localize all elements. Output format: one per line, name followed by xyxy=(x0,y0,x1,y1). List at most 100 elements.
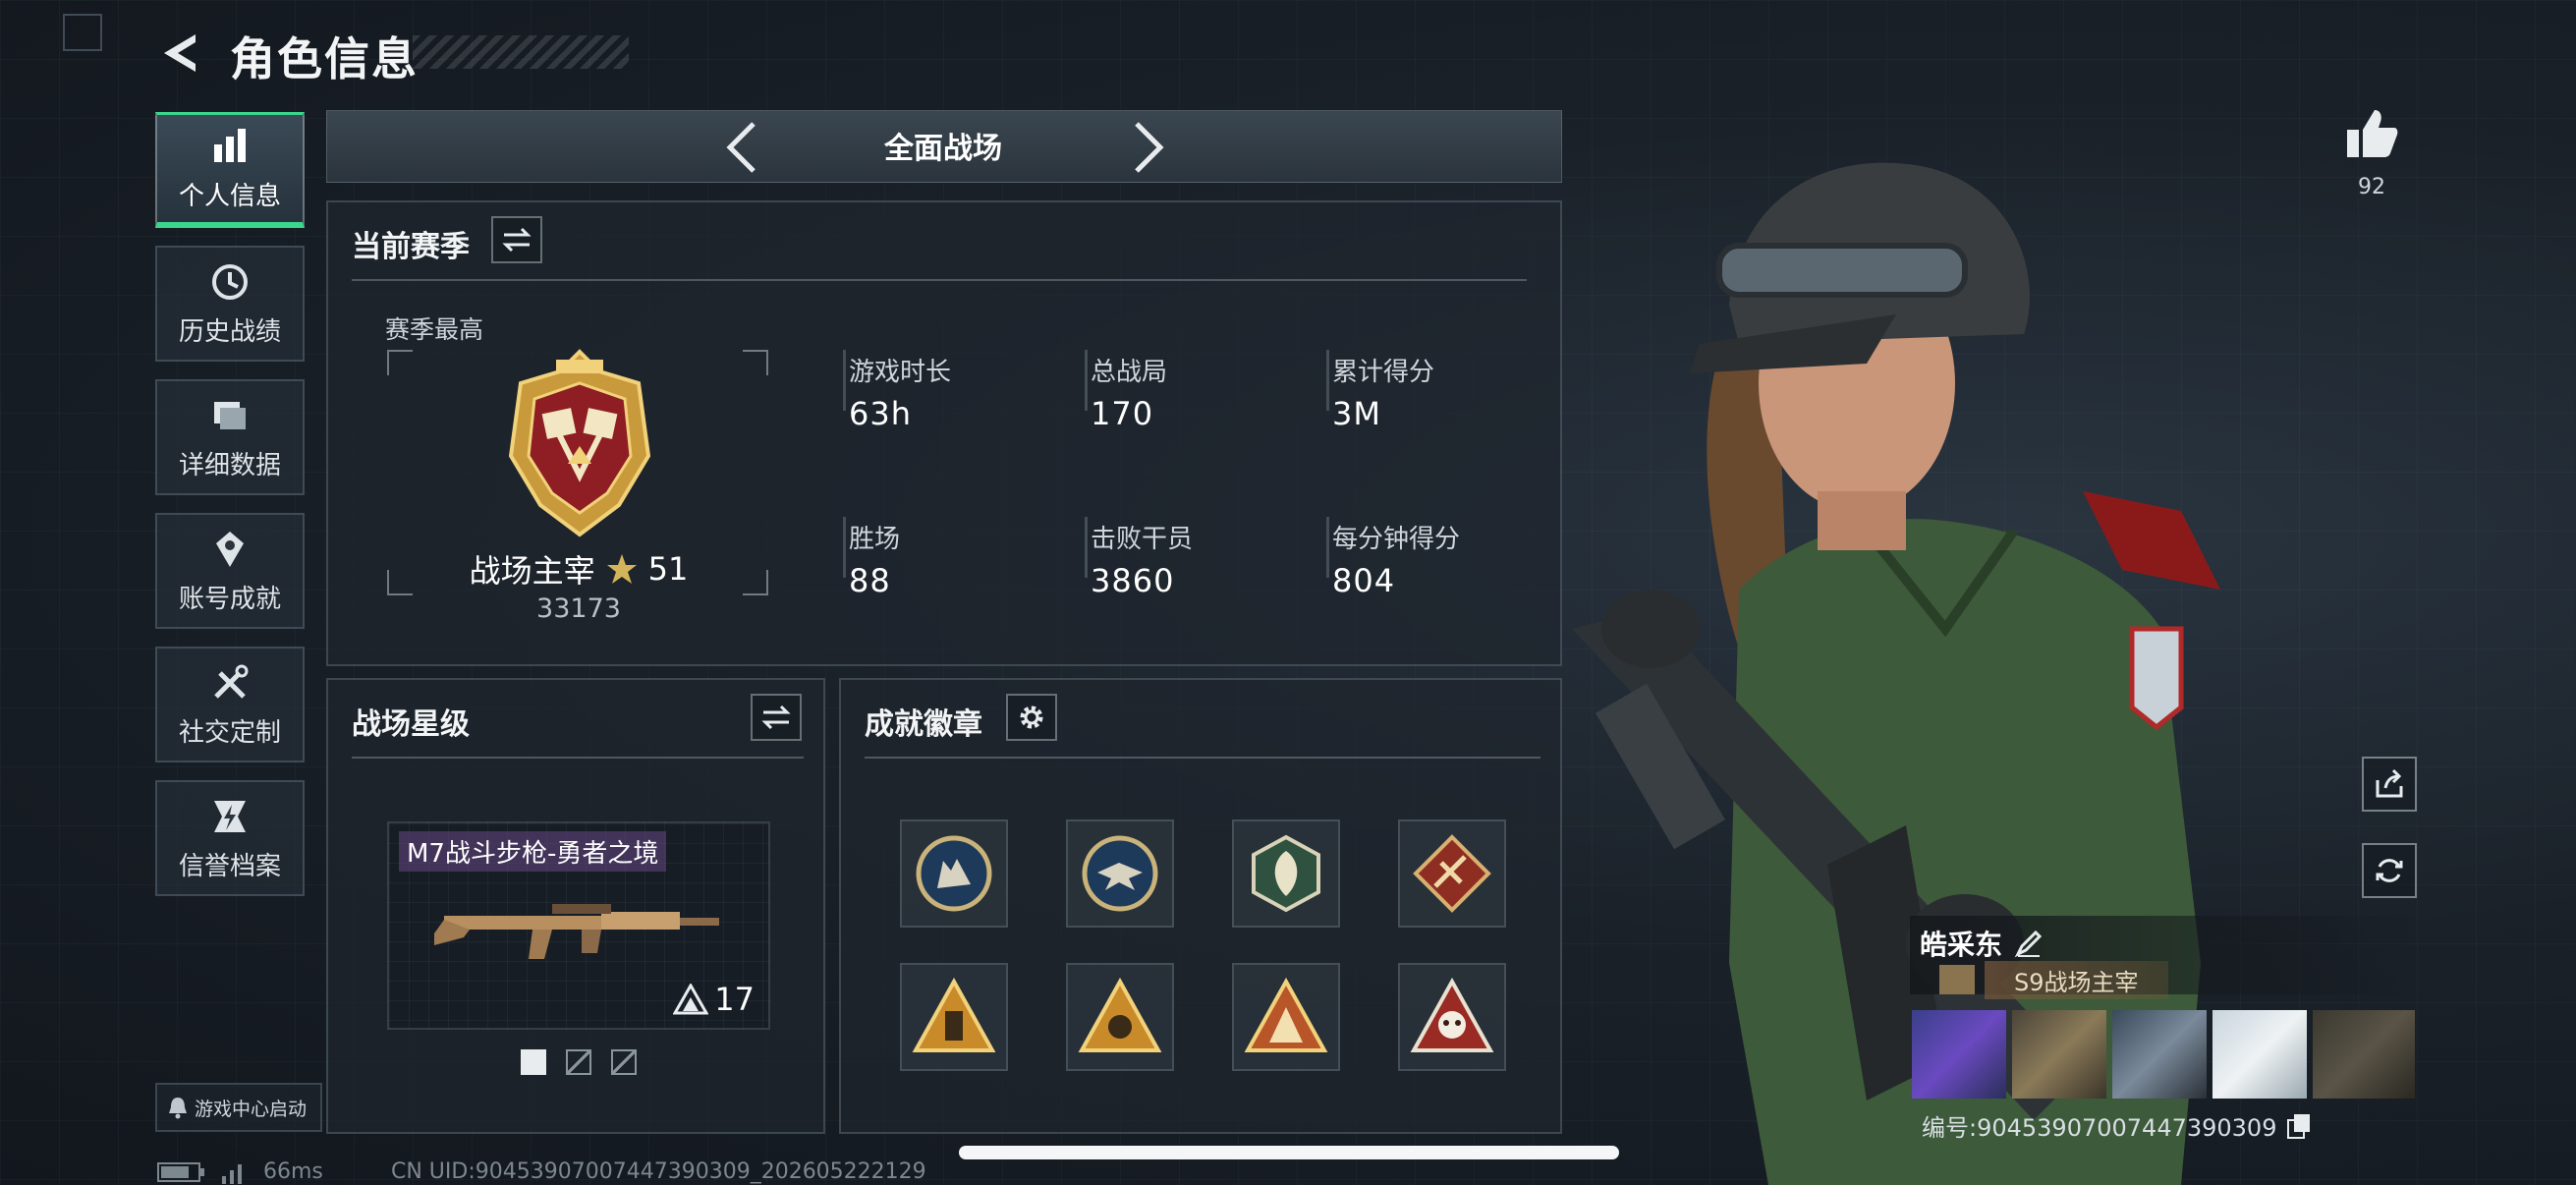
stat-value: 3M xyxy=(1332,395,1381,432)
page-dot-active[interactable] xyxy=(521,1049,546,1075)
bell-icon xyxy=(169,1098,187,1119)
stat-label: 击败干员 xyxy=(1091,525,1194,554)
rank-score: 33173 xyxy=(536,593,621,624)
badges-divider xyxy=(865,757,1540,759)
nav-item-credit-record[interactable]: 信誉档案 xyxy=(155,780,305,896)
ping-value: 66ms xyxy=(263,1159,323,1184)
wolf-badge-icon xyxy=(916,835,992,912)
star-level-title: 战场星级 xyxy=(352,707,470,742)
weapon-card[interactable]: M7战斗步枪-勇者之境 17 xyxy=(387,821,770,1030)
share-button[interactable] xyxy=(2362,757,2417,812)
badges-settings-button[interactable] xyxy=(1006,694,1057,741)
badge-tile[interactable] xyxy=(1066,819,1174,928)
tower-badge-icon xyxy=(912,978,996,1052)
stat-label: 每分钟得分 xyxy=(1332,525,1461,554)
skull-badge-icon xyxy=(1410,978,1494,1052)
chevron-left-icon xyxy=(726,122,756,173)
badge-tile[interactable] xyxy=(900,963,1008,1071)
page-dot[interactable] xyxy=(566,1049,591,1075)
badges-title: 成就徽章 xyxy=(865,707,982,742)
like-button[interactable] xyxy=(2342,104,2401,163)
stat-bar xyxy=(1326,350,1329,411)
rank-line: 战场主宰 51 xyxy=(328,546,829,592)
game-center-button[interactable]: 游戏中心启动 xyxy=(155,1083,322,1132)
player-id: 编号:90453907007447390309 xyxy=(1922,1114,2277,1142)
badge-tile[interactable] xyxy=(1398,963,1506,1071)
stat-value: 170 xyxy=(1091,395,1154,432)
photo-thumbnail[interactable] xyxy=(1912,1010,2006,1099)
mode-prev-button[interactable] xyxy=(711,118,770,177)
edit-icon[interactable] xyxy=(2014,929,2044,958)
gear-icon xyxy=(1020,705,1043,729)
badge-tile[interactable] xyxy=(1232,819,1340,928)
badges-panel: 成就徽章 xyxy=(839,678,1562,1134)
eagle-badge-icon xyxy=(1082,835,1158,912)
stat-bar xyxy=(1326,517,1329,578)
badge-tile[interactable] xyxy=(1398,819,1506,928)
photo-thumbnail[interactable] xyxy=(2313,1010,2415,1099)
history-icon xyxy=(208,260,252,304)
title-badge: S9战场主宰 xyxy=(1985,961,2168,999)
star-level-switch-button[interactable] xyxy=(751,694,802,741)
stat-value: 804 xyxy=(1332,562,1396,599)
copy-icon[interactable] xyxy=(2286,1112,2312,1140)
folder-icon xyxy=(208,394,252,437)
star-level-panel: 战场星级 M7战斗步枪-勇者之境 17 xyxy=(326,678,825,1134)
page-indicator xyxy=(521,1049,637,1075)
like-count: 92 xyxy=(2358,175,2385,199)
stat-bar xyxy=(1085,350,1088,411)
crest-badge-icon xyxy=(1078,978,1162,1052)
photo-thumbnail[interactable] xyxy=(2212,1010,2307,1099)
mode-title: 全面战场 xyxy=(884,132,1002,166)
swap-icon xyxy=(502,227,532,253)
credit-icon xyxy=(208,795,252,838)
badge-tile[interactable] xyxy=(1232,963,1340,1071)
photo-thumbnail[interactable] xyxy=(2112,1010,2207,1099)
back-arrow-icon xyxy=(164,34,196,72)
thumbs-up-icon xyxy=(2347,110,2398,157)
page-title: 角色信息 xyxy=(230,32,419,85)
rank-chevron-icon xyxy=(673,984,709,1015)
signal-icon xyxy=(222,1163,242,1184)
game-center-label: 游戏中心启动 xyxy=(195,1098,308,1120)
photo-strip[interactable] xyxy=(1912,1010,2415,1099)
nav-label: 社交定制 xyxy=(178,717,281,748)
photo-thumbnail[interactable] xyxy=(2012,1010,2106,1099)
home-indicator[interactable] xyxy=(959,1146,1619,1159)
status-bar: 66ms xyxy=(157,1159,323,1184)
nav-label: 详细数据 xyxy=(178,450,281,480)
player-name: 皓采东 xyxy=(1920,929,2003,961)
nav-item-social-custom[interactable]: 社交定制 xyxy=(155,647,305,762)
nav-item-personal-info[interactable]: 个人信息 xyxy=(155,112,305,228)
share-icon xyxy=(2376,768,2403,798)
stat-value: 3860 xyxy=(1091,562,1175,599)
star-icon xyxy=(606,554,637,584)
refresh-button[interactable] xyxy=(2362,843,2417,898)
nav-item-account-achievement[interactable]: 账号成就 xyxy=(155,513,305,629)
title-stripes-decoration xyxy=(413,35,629,69)
nav-item-detailed-data[interactable]: 详细数据 xyxy=(155,379,305,495)
page-dot[interactable] xyxy=(611,1049,637,1075)
back-button[interactable] xyxy=(155,28,204,79)
achievement-icon xyxy=(208,528,252,571)
stat-value: 88 xyxy=(849,562,891,599)
mode-next-button[interactable] xyxy=(1120,118,1179,177)
rifle-icon xyxy=(434,904,719,959)
rank-stars: 51 xyxy=(647,550,689,588)
stat-label: 胜场 xyxy=(849,525,901,554)
stat-bar xyxy=(1085,517,1088,578)
rank-name: 战场主宰 xyxy=(469,552,595,590)
season-switch-button[interactable] xyxy=(491,216,542,263)
badge-tile[interactable] xyxy=(1066,963,1174,1071)
battery-icon xyxy=(157,1161,204,1182)
badge-tile[interactable] xyxy=(900,819,1008,928)
season-panel: 当前赛季 赛季最高 战场主宰 51 33173 游戏时长 63h 总战局 170 xyxy=(326,200,1562,666)
stat-bar xyxy=(843,517,846,578)
weapon-badge-icon xyxy=(1413,834,1491,913)
nav-item-history[interactable]: 历史战绩 xyxy=(155,246,305,362)
stat-label: 累计得分 xyxy=(1332,358,1435,387)
star-level-divider xyxy=(352,757,804,759)
nav-label: 个人信息 xyxy=(178,182,281,211)
player-card: 皓采东 S9战场主宰 xyxy=(1910,916,2421,999)
season-divider xyxy=(352,279,1527,281)
